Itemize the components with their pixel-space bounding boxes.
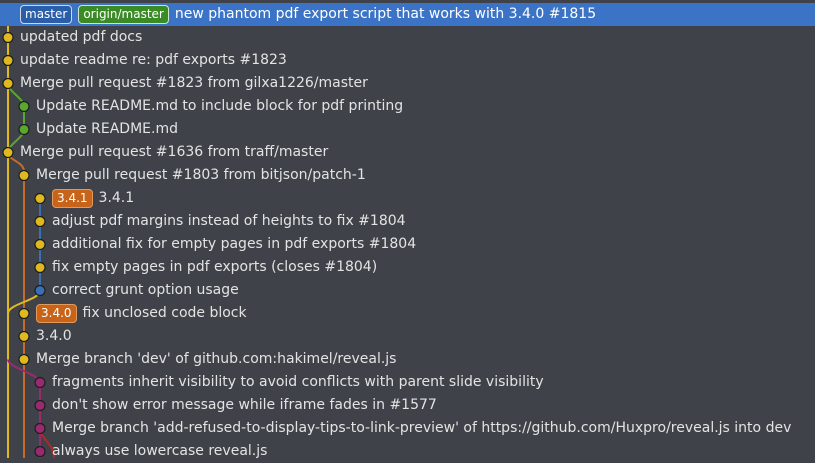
commit-text: master origin/master new phantom pdf expor… bbox=[20, 3, 596, 26]
commit-text: adjust pdf margins instead of heights to… bbox=[52, 210, 406, 233]
commit-row[interactable]: Update README.md bbox=[0, 118, 815, 141]
commit-row[interactable]: 3.4.0 bbox=[0, 325, 815, 348]
commit-row[interactable]: adjust pdf margins instead of heights to… bbox=[0, 210, 815, 233]
commit-message: adjust pdf margins instead of heights to… bbox=[52, 213, 406, 229]
commit-row[interactable]: always use lowercase reveal.js bbox=[0, 440, 815, 463]
commit-row[interactable]: 3.4.0 fix unclosed code block bbox=[0, 302, 815, 325]
commit-row[interactable]: Update README.md to include block for pd… bbox=[0, 95, 815, 118]
commit-message: new phantom pdf export script that works… bbox=[174, 6, 597, 22]
commit-text: Merge pull request #1823 from gilxa1226/… bbox=[20, 72, 368, 95]
commit-text: Merge pull request #1803 from bitjson/pa… bbox=[36, 164, 366, 187]
tag-label[interactable]: 3.4.1 bbox=[52, 189, 93, 208]
commit-row[interactable]: 3.4.1 3.4.1 bbox=[0, 187, 815, 210]
commit-message: don't show error message while iframe fa… bbox=[52, 397, 437, 413]
commit-text: always use lowercase reveal.js bbox=[52, 440, 267, 463]
commit-row[interactable]: additional fix for empty pages in pdf ex… bbox=[0, 233, 815, 256]
commit-text: update readme re: pdf exports #1823 bbox=[20, 49, 287, 72]
commit-row[interactable]: fragments inherit visibility to avoid co… bbox=[0, 371, 815, 394]
commit-text: Merge pull request #1636 from traff/mast… bbox=[20, 141, 328, 164]
commit-message: 3.4.0 bbox=[36, 328, 72, 344]
branch-label[interactable]: master bbox=[20, 5, 73, 24]
commit-text: fix empty pages in pdf exports (closes #… bbox=[52, 256, 377, 279]
commit-message: Merge pull request #1823 from gilxa1226/… bbox=[20, 75, 368, 91]
commit-row[interactable]: updated pdf docs bbox=[0, 26, 815, 49]
commit-message: Merge branch 'dev' of github.com:hakimel… bbox=[36, 351, 397, 367]
commit-message: 3.4.1 bbox=[98, 190, 135, 206]
commit-row[interactable]: update readme re: pdf exports #1823 bbox=[0, 49, 815, 72]
commit-row[interactable]: master origin/master new phantom pdf expor… bbox=[0, 3, 815, 26]
commit-message: Merge pull request #1636 from traff/mast… bbox=[20, 144, 329, 160]
commit-text: don't show error message while iframe fa… bbox=[52, 394, 437, 417]
commit-text: additional fix for empty pages in pdf ex… bbox=[52, 233, 416, 256]
branch-label[interactable]: origin/master bbox=[78, 5, 169, 24]
commit-row[interactable]: correct grunt option usage bbox=[0, 279, 815, 302]
commit-message: updated pdf docs bbox=[20, 29, 143, 45]
commit-message: always use lowercase reveal.js bbox=[52, 443, 268, 459]
tag-label[interactable]: 3.4.0 bbox=[36, 304, 77, 323]
commit-row[interactable]: fix empty pages in pdf exports (closes #… bbox=[0, 256, 815, 279]
commit-text: fragments inherit visibility to avoid co… bbox=[52, 371, 544, 394]
commit-text: updated pdf docs bbox=[20, 26, 142, 49]
commit-message: Merge branch 'add-refused-to-display-tip… bbox=[52, 420, 792, 436]
commit-message: Update README.md to include block for pd… bbox=[36, 98, 404, 114]
commit-text: 3.4.1 3.4.1 bbox=[52, 187, 134, 210]
commit-row[interactable]: Merge pull request #1636 from traff/mast… bbox=[0, 141, 815, 164]
commit-text: Merge branch 'dev' of github.com:hakimel… bbox=[36, 348, 396, 371]
commit-row[interactable]: Merge pull request #1803 from bitjson/pa… bbox=[0, 164, 815, 187]
commit-text: Update README.md to include block for pd… bbox=[36, 95, 403, 118]
commit-row[interactable]: Merge branch 'add-refused-to-display-tip… bbox=[0, 417, 815, 440]
commit-row[interactable]: Merge branch 'dev' of github.com:hakimel… bbox=[0, 348, 815, 371]
commit-message: Merge pull request #1803 from bitjson/pa… bbox=[36, 167, 366, 183]
commit-message: correct grunt option usage bbox=[52, 282, 239, 298]
commit-message: fragments inherit visibility to avoid co… bbox=[52, 374, 544, 390]
commit-message: update readme re: pdf exports #1823 bbox=[20, 52, 287, 68]
commit-message: Update README.md bbox=[36, 121, 178, 137]
commit-text: 3.4.0 fix unclosed code block bbox=[36, 302, 247, 325]
commit-message: additional fix for empty pages in pdf ex… bbox=[52, 236, 417, 252]
commit-message: fix empty pages in pdf exports (closes #… bbox=[52, 259, 378, 275]
commit-text: Merge branch 'add-refused-to-display-tip… bbox=[52, 417, 791, 440]
commit-list: master origin/master new phantom pdf expor… bbox=[0, 3, 815, 463]
commit-text: 3.4.0 bbox=[36, 325, 72, 348]
commit-row[interactable]: Merge pull request #1823 from gilxa1226/… bbox=[0, 72, 815, 95]
commit-text: Update README.md bbox=[36, 118, 178, 141]
commit-row[interactable]: don't show error message while iframe fa… bbox=[0, 394, 815, 417]
commit-message: fix unclosed code block bbox=[82, 305, 247, 321]
commit-text: correct grunt option usage bbox=[52, 279, 239, 302]
